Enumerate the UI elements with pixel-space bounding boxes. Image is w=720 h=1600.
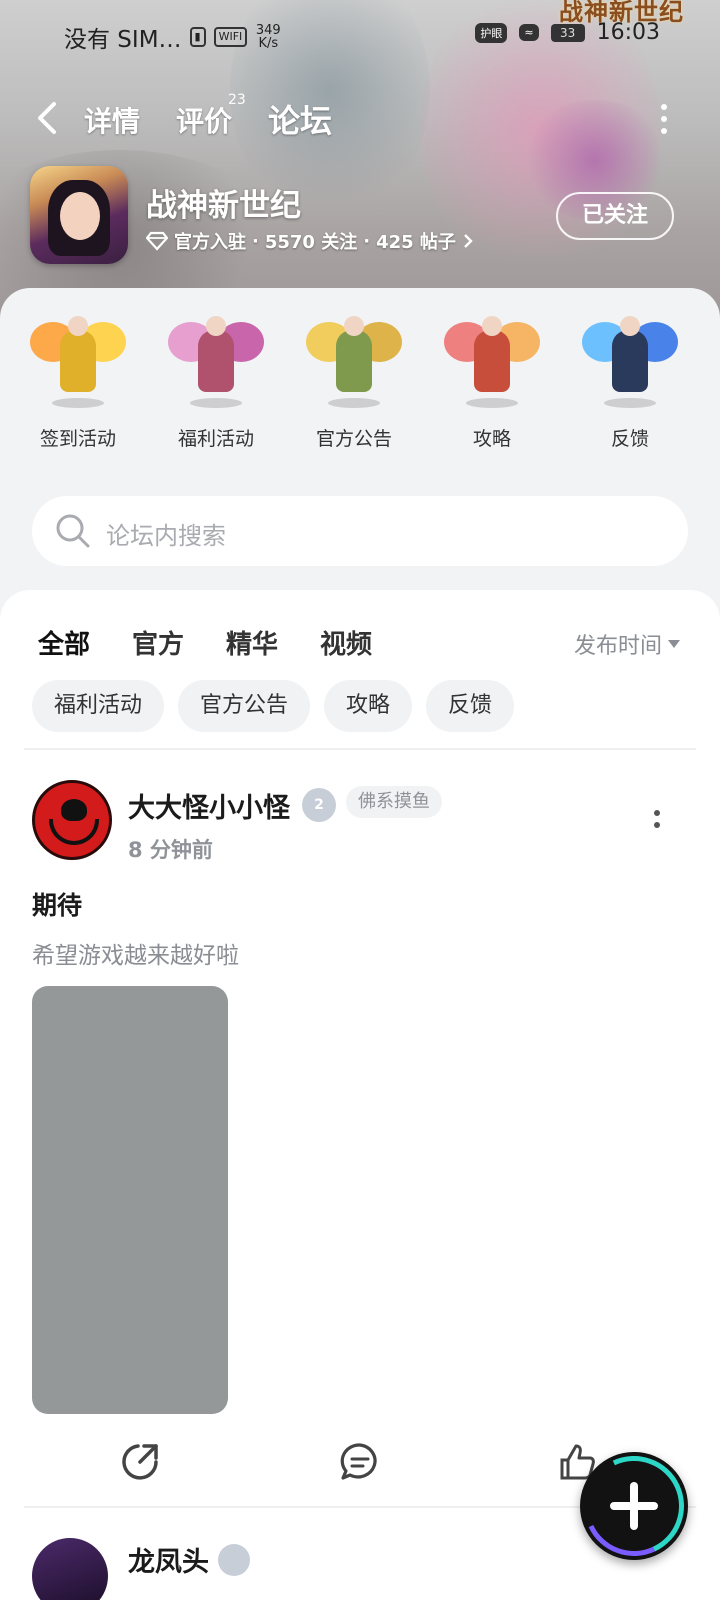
feedback-art-icon bbox=[582, 310, 678, 412]
post-more-button[interactable] bbox=[654, 810, 662, 834]
chip-feedback[interactable]: 反馈 bbox=[426, 680, 515, 732]
reviews-count-badge: 23 bbox=[228, 92, 246, 108]
checkin-art-icon bbox=[30, 310, 126, 412]
chip-guides[interactable]: 攻略 bbox=[324, 680, 413, 732]
forum-search-bar[interactable]: 论坛内搜索 bbox=[32, 496, 688, 566]
category-label: 官方公告 bbox=[315, 428, 392, 450]
game-icon[interactable] bbox=[30, 166, 128, 264]
category-label: 反馈 bbox=[610, 428, 649, 450]
welfare-art-icon bbox=[168, 310, 264, 412]
follow-button[interactable]: 已关注 bbox=[556, 192, 674, 240]
sort-label: 发布时间 bbox=[573, 634, 662, 659]
sort-dropdown[interactable]: 发布时间 bbox=[574, 628, 680, 660]
battery-icon: 33 bbox=[550, 23, 585, 42]
category-label: 福利活动 bbox=[177, 428, 254, 450]
chevron-left-icon bbox=[38, 102, 56, 134]
filter-tab-official[interactable]: 官方 bbox=[132, 624, 184, 661]
clock: 16:03 bbox=[596, 20, 660, 45]
followers-count: 5570 关注 bbox=[264, 232, 358, 253]
chip-announcements[interactable]: 官方公告 bbox=[178, 680, 311, 732]
chip-welfare[interactable]: 福利活动 bbox=[32, 680, 165, 732]
more-options-button[interactable] bbox=[658, 104, 670, 134]
level-badge-icon bbox=[218, 1544, 250, 1576]
posts-count: 425 帖子 bbox=[376, 232, 456, 253]
caret-down-icon bbox=[668, 640, 680, 648]
tab-forum[interactable]: 论坛 bbox=[264, 96, 337, 142]
filter-tabs: 全部 官方 精华 视频 发布时间 bbox=[0, 610, 720, 670]
share-icon bbox=[122, 1444, 158, 1480]
filter-tab-featured[interactable]: 精华 bbox=[226, 624, 278, 661]
back-button[interactable] bbox=[30, 98, 66, 138]
category-label: 攻略 bbox=[472, 428, 511, 450]
post-username[interactable]: 大大怪小小怪 bbox=[128, 786, 290, 825]
level-badge-icon: 2 bbox=[302, 788, 336, 822]
search-icon bbox=[56, 514, 90, 548]
category-welfare[interactable]: 福利活动 bbox=[156, 310, 276, 451]
vibrate-icon: ≈ bbox=[519, 24, 539, 41]
sim-icon: ▮ bbox=[189, 27, 206, 47]
share-button[interactable] bbox=[118, 1440, 162, 1484]
topic-chips: 福利活动 官方公告 攻略 反馈 bbox=[32, 680, 515, 732]
top-nav: 详情 评价 23 论坛 bbox=[0, 90, 720, 150]
official-label: 官方入驻 bbox=[174, 232, 246, 253]
post-title[interactable]: 期待 bbox=[32, 886, 82, 922]
avatar[interactable] bbox=[32, 1538, 108, 1600]
status-right: 护眼 ≈ 33 16:03 bbox=[475, 20, 660, 45]
avatar[interactable] bbox=[32, 780, 112, 860]
status-bar: 没有 SIM… ▮ WIFI 349 K/s 护眼 ≈ 33 16:03 bbox=[0, 0, 720, 70]
category-guides[interactable]: 攻略 bbox=[432, 310, 552, 451]
category-announcements[interactable]: 官方公告 bbox=[294, 310, 414, 451]
filter-tab-all[interactable]: 全部 bbox=[38, 624, 90, 661]
carrier-text: 没有 SIM… bbox=[64, 27, 182, 53]
post-feed: 全部 官方 精华 视频 发布时间 福利活动 官方公告 攻略 反馈 大大怪小小怪 … bbox=[0, 590, 720, 1600]
divider bbox=[24, 748, 696, 750]
eye-protect-icon: 护眼 bbox=[475, 22, 508, 43]
tab-details[interactable]: 详情 bbox=[84, 100, 140, 140]
user-title-tag: 佛系摸鱼 bbox=[346, 786, 442, 818]
announcements-art-icon bbox=[306, 310, 402, 412]
category-checkin[interactable]: 签到活动 bbox=[18, 310, 138, 451]
post-time: 8 分钟前 bbox=[128, 838, 213, 862]
comment-icon bbox=[340, 1443, 377, 1480]
category-feedback[interactable]: 反馈 bbox=[570, 310, 690, 451]
diamond-icon bbox=[146, 231, 168, 251]
game-title: 战神新世纪 bbox=[146, 188, 301, 224]
filter-tab-label: 全部 bbox=[38, 630, 91, 660]
post-username[interactable]: 龙凤头 bbox=[128, 1540, 209, 1579]
tab-forum-label: 论坛 bbox=[268, 102, 333, 140]
game-meta[interactable]: 官方入驻 · 5570 关注 · 425 帖子 bbox=[146, 228, 474, 254]
guides-art-icon bbox=[444, 310, 540, 412]
comment-button[interactable] bbox=[338, 1440, 382, 1484]
search-placeholder: 论坛内搜索 bbox=[106, 522, 226, 550]
network-speed: 349 K/s bbox=[255, 23, 281, 51]
wifi-icon: WIFI bbox=[213, 27, 248, 47]
create-post-button[interactable] bbox=[569, 1441, 699, 1571]
category-shortcuts: 签到活动 福利活动 官方公告 攻略 反馈 bbox=[0, 300, 720, 470]
status-left: 没有 SIM… ▮ WIFI 349 K/s bbox=[64, 20, 281, 54]
chevron-right-icon bbox=[464, 234, 473, 248]
filter-tab-video[interactable]: 视频 bbox=[320, 624, 372, 661]
category-label: 签到活动 bbox=[39, 428, 116, 450]
post-body[interactable]: 希望游戏越来越好啦 bbox=[32, 936, 239, 970]
post-image[interactable] bbox=[32, 986, 228, 1414]
tab-reviews[interactable]: 评价 bbox=[176, 100, 232, 140]
